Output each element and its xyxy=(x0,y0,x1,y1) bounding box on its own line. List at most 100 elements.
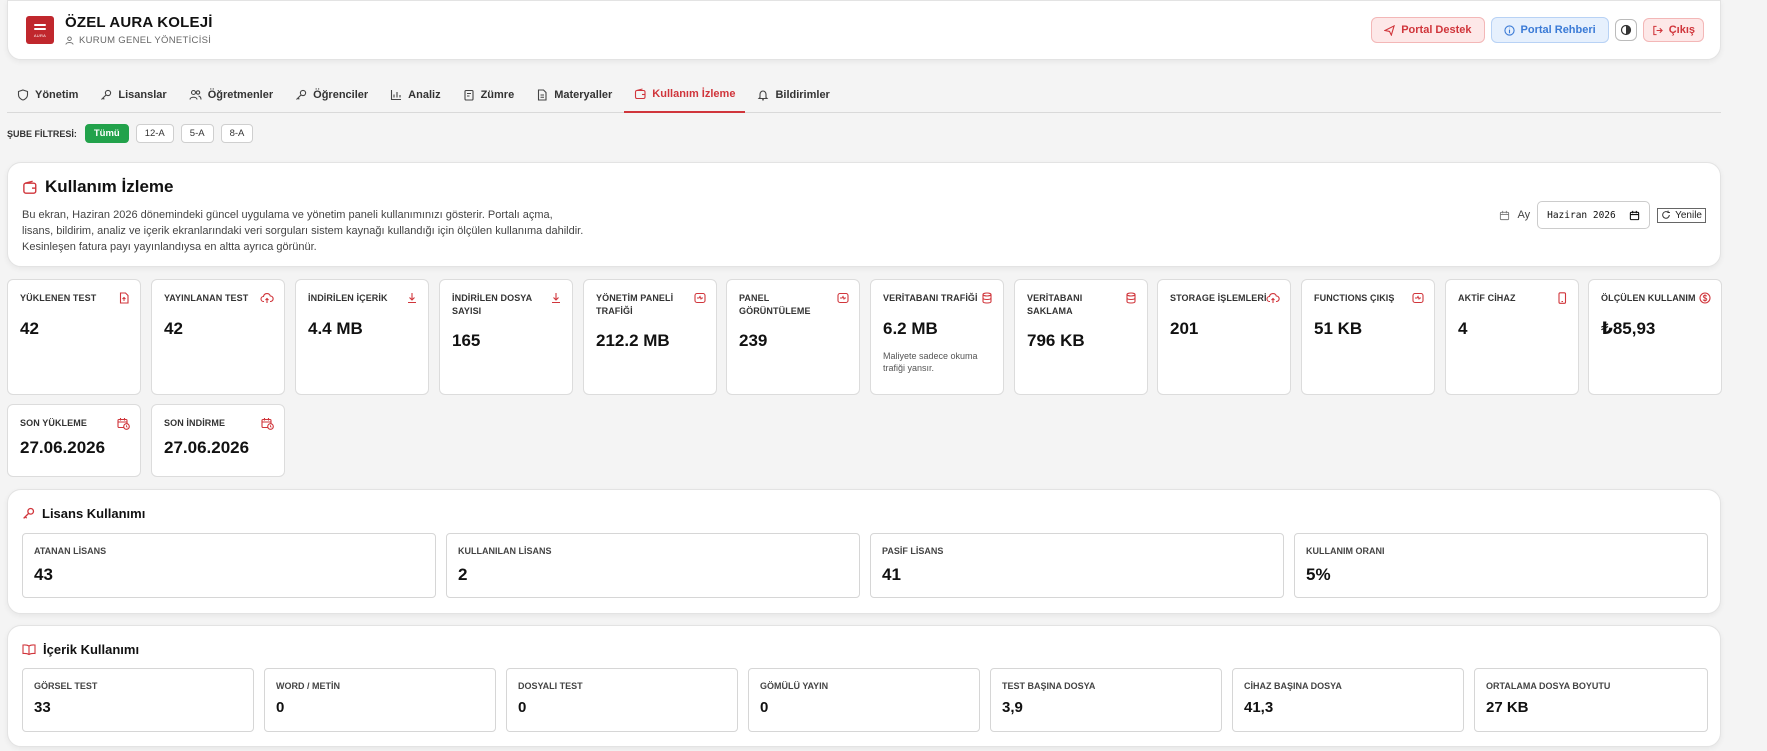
page-description: Bu ekran, Haziran 2026 dönemindeki günce… xyxy=(22,207,602,255)
phone-icon xyxy=(1558,292,1567,304)
wallet-icon xyxy=(635,87,646,99)
tab-label: Materyaller xyxy=(554,88,613,101)
section-title: Lisans Kullanımı xyxy=(22,506,1706,521)
tab-bildirimler[interactable]: Bildirimler xyxy=(747,76,839,113)
description-line: Kesinleşen fatura payı yayınlandıysa en … xyxy=(22,241,317,253)
stat-card-panel-traffic: YÖNETİM PANELİ TRAFİĞİ 212.2 MB xyxy=(583,279,717,395)
portal-guide-button[interactable]: Portal Rehberi xyxy=(1490,17,1609,43)
stat-card-active-devices: AKTİF CİHAZ 4 xyxy=(1445,279,1579,395)
metric-label: KULLANILAN LİSANS xyxy=(458,546,552,556)
database-icon xyxy=(1126,292,1136,304)
month-label: Ay xyxy=(1517,209,1531,221)
section-title-text: İçerik Kullanımı xyxy=(43,642,140,657)
metric-value: 0 xyxy=(760,699,769,716)
school-logo: AURA xyxy=(26,16,54,44)
metric-label: PASİF LİSANS xyxy=(882,546,944,556)
shield-icon xyxy=(17,88,29,101)
book-icon xyxy=(22,644,36,656)
stat-label: YÜKLENEN TEST xyxy=(20,293,97,303)
stat-value: 239 xyxy=(739,331,768,350)
metric-value: 41 xyxy=(882,565,901,584)
school-info: ÖZEL AURA KOLEJİ KURUM GENEL YÖNETİCİSİ xyxy=(65,14,213,46)
stat-card-measured-usage: ÖLÇÜLEN KULLANIM ₺85,93 xyxy=(1588,279,1722,395)
user-icon xyxy=(65,36,74,45)
activity-icon xyxy=(1412,292,1424,304)
calendar-icon[interactable] xyxy=(1629,210,1640,221)
tab-zumre[interactable]: Zümre xyxy=(453,76,525,113)
license-usage-section: Lisans Kullanımı ATANAN LİSANS 43 KULLAN… xyxy=(7,489,1721,614)
section-title: İçerik Kullanımı xyxy=(22,642,1706,657)
metric-visual-tests: GÖRSEL TEST 33 xyxy=(22,668,254,732)
users-icon xyxy=(189,89,202,100)
tab-label: Analiz xyxy=(408,88,441,101)
tab-label: Yönetim xyxy=(35,88,79,101)
stat-label: SON İNDİRME xyxy=(164,418,226,428)
stat-card-panel-views: PANEL GÖRÜNTÜLEME 239 xyxy=(726,279,860,395)
theme-toggle-button[interactable] xyxy=(1614,19,1637,41)
metric-word-text: WORD / METİN 0 xyxy=(264,668,496,732)
metric-value: 0 xyxy=(276,699,285,716)
tab-analiz[interactable]: Analiz xyxy=(380,76,450,113)
stat-label: PANEL GÖRÜNTÜLEME xyxy=(739,293,811,316)
stat-value: 165 xyxy=(452,331,481,350)
filter-chip-all[interactable]: Tümü xyxy=(84,124,129,143)
filter-chip-12a[interactable]: 12-A xyxy=(135,124,174,143)
portal-support-button[interactable]: Portal Destek xyxy=(1371,17,1485,43)
stat-value: 6.2 MB xyxy=(883,318,938,338)
metric-average-file-size: ORTALAMA DOSYA BOYUTU 27 KB xyxy=(1474,668,1708,732)
tab-ogretmenler[interactable]: Öğretmenler xyxy=(179,76,283,113)
stat-label: ÖLÇÜLEN KULLANIM xyxy=(1601,293,1696,303)
stat-card-downloaded-files: İNDİRİLEN DOSYA SAYISI 165 xyxy=(439,279,573,395)
month-input[interactable]: Haziran 2026 xyxy=(1537,201,1651,229)
metric-assigned-licenses: ATANAN LİSANS 43 xyxy=(22,533,436,598)
stat-label: VERİTABANI SAKLAMA xyxy=(1027,293,1083,316)
key-icon xyxy=(296,89,307,100)
stat-card-functions-egress: FUNCTIONS ÇIKIŞ 51 KB xyxy=(1301,279,1435,395)
refresh-icon xyxy=(1662,210,1671,219)
page-title-text: Kullanım İzleme xyxy=(45,177,174,196)
tab-materyaller[interactable]: Materyaller xyxy=(526,76,622,113)
tab-ogrenciler[interactable]: Öğrenciler xyxy=(285,76,378,113)
stat-value: 42 xyxy=(164,318,183,338)
metric-value: 2 xyxy=(458,565,468,584)
metric-label: TEST BAŞINA DOSYA xyxy=(1002,681,1096,691)
section-title-text: Lisans Kullanımı xyxy=(42,506,146,521)
filter-chip-8a[interactable]: 8-A xyxy=(220,124,254,143)
page-title: Kullanım İzleme xyxy=(22,177,1706,197)
stat-value: 4 xyxy=(1458,318,1468,338)
stat-value: 201 xyxy=(1170,318,1199,338)
metric-passive-licenses: PASİF LİSANS 41 xyxy=(870,533,1284,598)
database-icon xyxy=(982,292,992,304)
content-usage-section: İçerik Kullanımı GÖRSEL TEST 33 WORD / M… xyxy=(7,625,1721,747)
stat-value: 42 xyxy=(20,318,39,338)
calendar-clock-icon xyxy=(117,418,130,430)
stat-label: YAYINLANAN TEST xyxy=(164,293,249,303)
tab-label: Öğrenciler xyxy=(313,88,369,101)
tab-lisanslar[interactable]: Lisanslar xyxy=(90,76,176,113)
tab-yonetim[interactable]: Yönetim xyxy=(7,76,88,113)
portal-guide-label: Portal Rehberi xyxy=(1520,24,1596,36)
metric-label: ORTALAMA DOSYA BOYUTU xyxy=(1486,681,1611,691)
stat-value: ₺85,93 xyxy=(1601,318,1656,338)
stat-card-database-traffic: VERİTABANI TRAFİĞİ 6.2 MB Maliyete sadec… xyxy=(870,279,1004,395)
metric-label: WORD / METİN xyxy=(276,681,340,691)
refresh-button[interactable]: Yenile xyxy=(1657,207,1706,223)
portal-support-label: Portal Destek xyxy=(1401,24,1472,36)
stat-card-uploaded-tests: YÜKLENEN TEST 42 xyxy=(7,279,141,395)
metric-label: GÖMÜLÜ YAYIN xyxy=(760,681,829,691)
stat-label: İNDİRİLEN İÇERİK xyxy=(308,293,388,303)
dollar-circle-icon xyxy=(1699,292,1711,304)
metric-label: GÖRSEL TEST xyxy=(34,681,98,691)
branch-filter: ŞUBE FİLTRESİ: Tümü 12-A 5-A 8-A xyxy=(7,124,254,143)
main-tabs: Yönetim Lisanslar Öğretmenler Öğrenciler… xyxy=(7,76,1721,113)
filter-chip-5a[interactable]: 5-A xyxy=(180,124,214,143)
key-icon xyxy=(101,89,112,100)
logout-button[interactable]: Çıkış xyxy=(1642,18,1704,42)
stat-label: İNDİRİLEN DOSYA SAYISI xyxy=(452,293,532,316)
bar-chart-icon xyxy=(391,89,402,100)
metric-value: 27 KB xyxy=(1486,699,1529,716)
tab-kullanim-izleme[interactable]: Kullanım İzleme xyxy=(624,76,746,113)
bell-icon xyxy=(758,89,769,100)
stat-card-last-upload: SON YÜKLEME 27.06.2026 xyxy=(7,404,141,477)
tab-label: Bildirimler xyxy=(775,88,830,101)
